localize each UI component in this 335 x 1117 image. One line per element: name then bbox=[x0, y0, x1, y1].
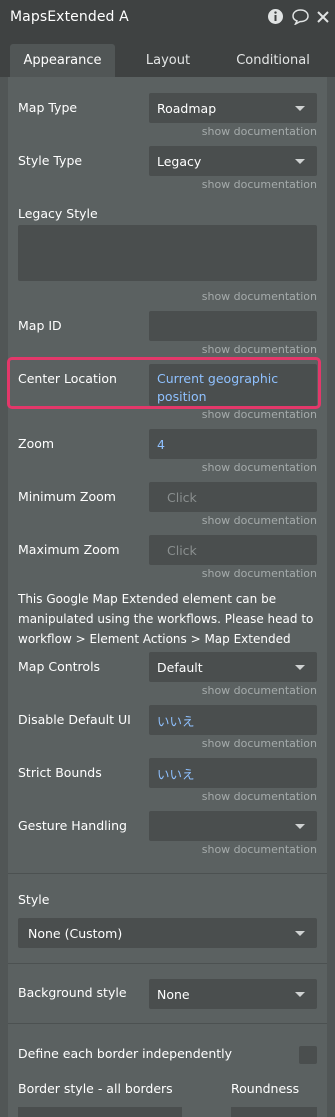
minimum-zoom-placeholder: Click bbox=[167, 489, 197, 505]
show-documentation-link[interactable]: show documentation bbox=[202, 567, 317, 580]
chevron-down-icon bbox=[295, 665, 305, 670]
legacy-style-label: Legacy Style bbox=[18, 206, 98, 221]
divider bbox=[8, 873, 327, 874]
maximum-zoom-label: Maximum Zoom bbox=[18, 542, 120, 557]
gesture-handling-label: Gesture Handling bbox=[18, 818, 127, 833]
map-id-label: Map ID bbox=[18, 318, 62, 333]
chevron-down-icon bbox=[295, 106, 305, 111]
background-style-dropdown[interactable]: None bbox=[149, 979, 317, 1009]
workflow-info-text: This Google Map Extended element can be … bbox=[18, 592, 314, 646]
chevron-down-icon bbox=[295, 931, 305, 936]
title-bar: MapsExtended A bbox=[0, 0, 335, 37]
roundness-input[interactable] bbox=[231, 1107, 317, 1117]
style-type-label: Style Type bbox=[18, 153, 83, 168]
border-style-label: Border style - all borders bbox=[18, 1081, 173, 1096]
border-independent-label: Define each border independently bbox=[18, 1046, 233, 1061]
legacy-style-textarea[interactable] bbox=[18, 225, 317, 281]
zoom-value: 4 bbox=[157, 436, 165, 452]
style-type-dropdown[interactable]: Legacy bbox=[149, 146, 317, 176]
background-style-value: None bbox=[157, 986, 190, 1002]
info-icon[interactable] bbox=[267, 8, 284, 25]
gesture-handling-dropdown[interactable] bbox=[149, 811, 317, 841]
show-documentation-link[interactable]: show documentation bbox=[202, 684, 317, 697]
background-style-label: Background style bbox=[18, 985, 127, 1000]
divider bbox=[8, 1023, 327, 1024]
chevron-down-icon bbox=[295, 992, 305, 997]
map-controls-value: Default bbox=[157, 659, 203, 675]
maximum-zoom-input[interactable]: Click bbox=[149, 535, 317, 565]
tab-bar: Appearance Layout Conditional bbox=[0, 37, 335, 77]
disable-default-ui-value: いいえ bbox=[157, 713, 195, 729]
style-label: Style bbox=[18, 892, 50, 907]
comment-icon[interactable] bbox=[291, 8, 310, 25]
map-controls-dropdown[interactable]: Default bbox=[149, 652, 317, 682]
show-documentation-link[interactable]: show documentation bbox=[202, 737, 317, 750]
show-documentation-link[interactable]: show documentation bbox=[202, 843, 317, 856]
tab-conditional[interactable]: Conditional bbox=[222, 44, 324, 77]
zoom-input[interactable]: 4 bbox=[149, 429, 317, 459]
chevron-down-icon bbox=[295, 159, 305, 164]
strict-bounds-value: いいえ bbox=[157, 766, 195, 782]
maximum-zoom-placeholder: Click bbox=[167, 542, 197, 558]
center-location-value: Current geographic position bbox=[157, 371, 279, 404]
map-type-dropdown[interactable]: Roadmap bbox=[149, 93, 317, 123]
map-type-label: Map Type bbox=[18, 100, 78, 115]
divider bbox=[8, 963, 327, 964]
show-documentation-link[interactable]: show documentation bbox=[202, 514, 317, 527]
show-documentation-link[interactable]: show documentation bbox=[202, 343, 317, 356]
minimum-zoom-label: Minimum Zoom bbox=[18, 489, 116, 504]
show-documentation-link[interactable]: show documentation bbox=[202, 461, 317, 474]
style-dropdown[interactable]: None (Custom) bbox=[18, 918, 317, 948]
show-documentation-link[interactable]: show documentation bbox=[202, 125, 317, 138]
show-documentation-link[interactable]: show documentation bbox=[202, 290, 317, 303]
show-documentation-link[interactable]: show documentation bbox=[202, 408, 317, 421]
style-value: None (Custom) bbox=[28, 925, 123, 941]
strict-bounds-input[interactable]: いいえ bbox=[149, 758, 317, 788]
map-type-value: Roadmap bbox=[157, 100, 217, 116]
show-documentation-link[interactable]: show documentation bbox=[202, 178, 317, 191]
close-icon[interactable] bbox=[317, 11, 329, 23]
show-documentation-link[interactable]: show documentation bbox=[202, 790, 317, 803]
chevron-down-icon bbox=[295, 824, 305, 829]
border-independent-checkbox[interactable] bbox=[299, 1046, 317, 1064]
element-title: MapsExtended A bbox=[10, 9, 129, 25]
center-location-input[interactable]: Current geographic position bbox=[149, 364, 317, 406]
style-type-value: Legacy bbox=[157, 153, 202, 169]
tab-appearance[interactable]: Appearance bbox=[10, 44, 115, 77]
border-style-dropdown[interactable] bbox=[18, 1107, 182, 1117]
zoom-label: Zoom bbox=[18, 436, 55, 451]
map-id-input[interactable] bbox=[149, 311, 317, 341]
disable-default-ui-label: Disable Default UI bbox=[18, 712, 131, 727]
tab-layout[interactable]: Layout bbox=[120, 44, 216, 77]
minimum-zoom-input[interactable]: Click bbox=[149, 482, 317, 512]
map-controls-label: Map Controls bbox=[18, 659, 101, 674]
strict-bounds-label: Strict Bounds bbox=[18, 765, 102, 780]
roundness-label: Roundness bbox=[231, 1081, 300, 1096]
center-location-label: Center Location bbox=[18, 371, 117, 386]
disable-default-ui-input[interactable]: いいえ bbox=[149, 705, 317, 735]
